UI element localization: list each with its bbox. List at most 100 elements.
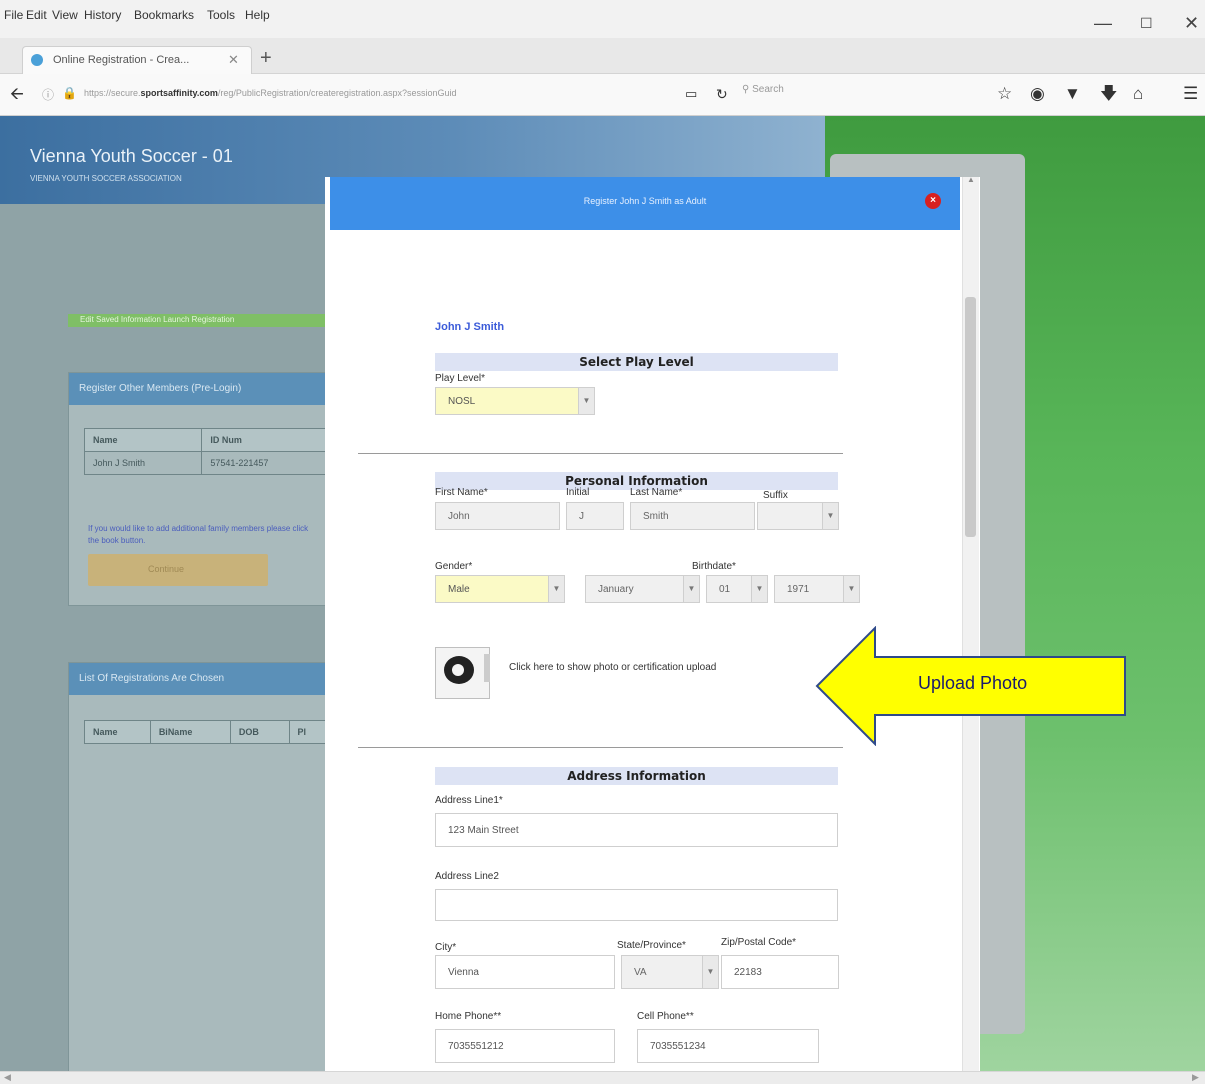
site-favicon-icon	[31, 54, 43, 66]
menu-bar: File Edit View History Bookmarks Tools H…	[0, 0, 1205, 38]
address2-field[interactable]	[435, 889, 838, 921]
close-icon[interactable]: ×	[925, 193, 941, 209]
menu-edit[interactable]: Edit	[26, 8, 47, 22]
menu-icon[interactable]: ☰	[1183, 84, 1198, 104]
download-icon[interactable]: 🡇	[1100, 84, 1117, 104]
refresh-icon[interactable]: ↻	[716, 84, 728, 104]
first-name-label: First Name*	[435, 487, 488, 498]
pocket-icon[interactable]: ▼	[1064, 84, 1081, 104]
play-level-heading: Select Play Level	[435, 353, 838, 371]
table-header-row: Name BiName DOB Pl	[84, 720, 331, 744]
birth-year-select[interactable]: 1971 ▼	[774, 575, 860, 603]
zip-label: Zip/Postal Code*	[721, 937, 797, 948]
cell-phone-field[interactable]: 7035551234	[637, 1029, 819, 1063]
lock-icon: 🔒	[62, 86, 77, 100]
camera-icon	[444, 656, 474, 684]
registrations-title: List Of Registrations Are Chosen	[79, 673, 225, 684]
reader-view-icon[interactable]: ▭	[685, 84, 697, 104]
registration-modal: Register John J Smith as Adult × ▲ John …	[325, 177, 980, 1071]
url-text: https://secure.sportsaffinity.com/reg/Pu…	[84, 88, 457, 98]
initial-field[interactable]: J	[566, 502, 624, 530]
minimize-icon[interactable]: —	[1094, 14, 1112, 32]
chevron-down-icon[interactable]: ▼	[843, 576, 859, 602]
chevron-down-icon[interactable]: ▼	[751, 576, 767, 602]
scroll-up-icon[interactable]: ▲	[967, 177, 975, 184]
scrollbar-thumb[interactable]	[965, 297, 976, 537]
url-bar[interactable]: ⓘ 🔒 https://secure.sportsaffinity.com/re…	[40, 82, 660, 108]
info-icon[interactable]: ⓘ	[42, 86, 54, 103]
chevron-down-icon[interactable]: ▼	[822, 503, 838, 529]
city-field[interactable]: Vienna	[435, 955, 615, 989]
table-row[interactable]: John J Smith 57541-221457	[83, 451, 330, 475]
close-window-icon[interactable]: ✕	[1184, 14, 1199, 32]
browser-tab[interactable]: Online Registration - Crea... ✕	[22, 46, 252, 74]
chevron-down-icon[interactable]: ▼	[683, 576, 699, 602]
play-level-label: Play Level*	[435, 373, 486, 384]
last-name-label: Last Name*	[630, 487, 683, 498]
back-icon[interactable]: 🡨	[10, 84, 24, 104]
chevron-down-icon[interactable]: ▼	[578, 388, 594, 414]
new-tab-icon[interactable]: +	[260, 48, 272, 68]
photo-upload-link[interactable]: Click here to show photo or certificatio…	[509, 662, 716, 673]
menu-file[interactable]: File	[4, 8, 23, 22]
cell-phone-label: Cell Phone**	[637, 1011, 694, 1022]
menu-history[interactable]: History	[84, 8, 121, 22]
home-phone-field[interactable]: 7035551212	[435, 1029, 615, 1063]
city-label: City*	[435, 942, 457, 953]
play-level-select[interactable]: NOSL ▼	[435, 387, 595, 415]
maximize-icon[interactable]: ☐	[1140, 14, 1153, 32]
scroll-left-icon[interactable]: ◀	[4, 1072, 11, 1083]
tab-bar: Online Registration - Crea... ✕ +	[0, 38, 1205, 74]
home-phone-label: Home Phone**	[435, 1011, 502, 1022]
scroll-right-icon[interactable]: ▶	[1192, 1072, 1199, 1083]
continue-button[interactable]: Continue	[88, 554, 268, 586]
person-name: John J Smith	[435, 321, 505, 333]
last-name-field[interactable]: Smith	[630, 502, 755, 530]
menu-bookmarks[interactable]: Bookmarks	[134, 8, 194, 22]
site-subtitle: VIENNA YOUTH SOCCER ASSOCIATION	[30, 174, 182, 183]
home-icon[interactable]: ⌂	[1133, 84, 1143, 104]
divider	[358, 453, 843, 454]
library-icon[interactable]: ◉	[1030, 84, 1045, 104]
menu-view[interactable]: View	[52, 8, 78, 22]
divider	[358, 747, 843, 748]
navigation-bar: 🡨 ⓘ 🔒 https://secure.sportsaffinity.com/…	[0, 74, 1205, 116]
menu-help[interactable]: Help	[245, 8, 270, 22]
search-input[interactable]: ⚲ Search	[742, 84, 784, 95]
address2-label: Address Line2	[435, 871, 499, 882]
address-info-heading: Address Information	[435, 767, 838, 785]
tab-title: Online Registration - Crea...	[53, 54, 190, 66]
chevron-down-icon[interactable]: ▼	[702, 956, 718, 988]
members-table: Name ID Num John J Smith 57541-221457	[83, 428, 330, 475]
gender-select[interactable]: Male ▼	[435, 575, 565, 603]
tab-close-icon[interactable]: ✕	[228, 52, 239, 68]
suffix-select[interactable]: ▼	[757, 502, 839, 530]
birth-month-select[interactable]: January ▼	[585, 575, 700, 603]
star-icon[interactable]: ☆	[997, 84, 1012, 104]
breadcrumb-bar: Edit Saved Information Launch Registrati…	[68, 314, 330, 327]
upload-photo-label: Upload Photo	[918, 673, 1028, 693]
modal-title: Register John J Smith as Adult	[583, 196, 707, 206]
gender-label: Gender*	[435, 561, 473, 572]
initial-label: Initial	[566, 487, 590, 498]
chevron-down-icon[interactable]: ▼	[548, 576, 564, 602]
state-label: State/Province*	[617, 940, 686, 951]
photo-upload-thumbnail[interactable]	[435, 647, 490, 699]
modal-scrollbar[interactable]: ▲	[962, 177, 979, 1071]
table-header-row: Name ID Num	[83, 428, 330, 452]
birth-day-select[interactable]: 01 ▼	[706, 575, 768, 603]
address1-field[interactable]: 123 Main Street	[435, 813, 838, 847]
suffix-label: Suffix	[763, 490, 788, 501]
modal-header: Register John J Smith as Adult ×	[330, 177, 960, 230]
state-select[interactable]: VA ▼	[621, 955, 719, 989]
birthdate-label: Birthdate*	[692, 561, 736, 572]
zip-field[interactable]: 22183	[721, 955, 839, 989]
menu-tools[interactable]: Tools	[207, 8, 235, 22]
registrations-table: Name BiName DOB Pl	[84, 720, 331, 744]
add-family-link[interactable]: If you would like to add additional fami…	[88, 523, 318, 547]
scroll-control[interactable]	[484, 654, 490, 682]
page-content: Vienna Youth Soccer - 01 VIENNA YOUTH SO…	[0, 116, 1205, 1071]
address1-label: Address Line1*	[435, 795, 503, 806]
first-name-field[interactable]: John	[435, 502, 560, 530]
horizontal-scrollbar[interactable]: ◀ ▶	[0, 1071, 1205, 1084]
